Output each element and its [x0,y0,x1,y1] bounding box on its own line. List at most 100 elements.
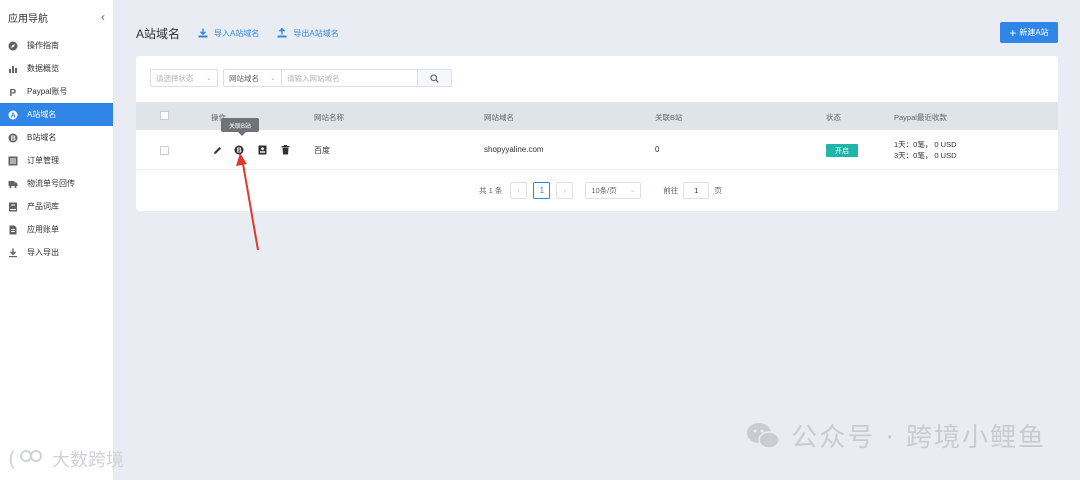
cell-linked-b: 0 [655,145,660,154]
svg-text:(: ( [8,447,16,471]
sidebar-header: 应用导航 ‹ [0,0,113,34]
watermark-left: ( 大数跨境 [8,446,124,472]
svg-text:A: A [11,112,16,119]
select-all-checkbox[interactable] [160,111,169,120]
status-badge[interactable]: 开启 [826,144,858,157]
page-size-value: 10条/页 [591,185,617,195]
download-icon [198,28,208,38]
sidebar-item-label: 数据概览 [27,64,59,73]
search-placeholder: 请输入网站域名 [287,73,340,83]
sidebar-title: 应用导航 [8,13,48,25]
sidebar: 应用导航 ‹ 操作指南 数据概览 P Paypal账号 A A站域名 B B站域… [0,0,114,480]
svg-text:B: B [237,148,242,155]
field-select-value: 网站域名 [229,73,259,83]
paypal-line-1: 1天：0笔， 0 USD [894,140,957,149]
watermark-right: 公众号 · 跨境小鲤鱼 [745,417,1046,454]
new-site-label: 新建A站 [1019,28,1049,37]
table-header: 操作 网站名称 网站域名 关联B站 状态 Paypal最近收款 [136,102,1058,130]
search-button[interactable] [418,69,452,87]
download-icon [8,248,18,258]
link-b-site-icon[interactable]: B [234,145,244,155]
sidebar-item-bills[interactable]: 应用账单 [0,218,113,241]
next-page-button[interactable]: › [556,181,574,199]
edit-icon[interactable] [212,145,222,155]
trash-icon[interactable] [280,145,290,155]
sidebar-item-label: 物流单号回传 [27,179,75,188]
column-header-status: 状态 [826,113,841,122]
page-number-current[interactable]: 1 [533,181,551,199]
table-card: 请选择状态 ⌄ 网站域名 ⌄ 请输入网站域名 操作 网站名称 网站域名 关联B站… [136,56,1058,211]
table-row: B 百度 shopyyaline.com 0 开启 1天：0笔， 0 USD 3… [136,130,1058,170]
chevron-down-icon: ⌄ [206,75,212,82]
truck-icon [8,179,18,189]
watermark-right-text: 公众号 · 跨境小鲤鱼 [791,423,1046,453]
a-circle-icon: A [8,110,18,120]
search-icon [430,73,439,83]
cell-domain: shopyyaline.com [484,145,544,154]
book-icon [8,202,18,212]
pagination: 共 1 条 ‹ 1 › 10条/页 ⌄ 前往 1 页 [479,181,722,199]
chevron-down-icon: ⌄ [270,75,276,82]
status-select[interactable]: 请选择状态 ⌄ [150,69,218,87]
status-select-placeholder: 请选择状态 [156,73,194,83]
sidebar-item-label: 产品词库 [27,202,59,211]
sidebar-item-label: Paypal账号 [27,87,68,96]
column-header-site-name: 网站名称 [314,113,344,122]
sidebar-item-b-domain[interactable]: B B站域名 [0,126,113,149]
sidebar-item-a-domain[interactable]: A A站域名 [0,103,113,126]
plus-icon: + [1009,25,1017,40]
row-checkbox[interactable] [160,146,169,155]
filter-bar: 请选择状态 ⌄ 网站域名 ⌄ 请输入网站域名 [150,69,452,87]
sidebar-item-orders[interactable]: 订单管理 [0,149,113,172]
main-content: A站域名 导入A站域名 导出A站域名 + 新建A站 请选择状态 ⌄ 网站域名 ⌄… [114,0,1080,480]
bar-chart-icon [8,64,18,74]
tooltip: 关联B站 [221,118,259,136]
page-title: A站域名 [136,26,181,41]
toolbar: A站域名 导入A站域名 导出A站域名 + 新建A站 [136,22,1058,44]
compass-icon [8,41,18,51]
sidebar-item-guide[interactable]: 操作指南 [0,34,113,57]
paypal-recent: 1天：0笔， 0 USD 3天：0笔， 0 USD [894,139,957,161]
import-link[interactable]: 导入A站域名 [198,28,259,39]
sidebar-item-paypal[interactable]: P Paypal账号 [0,80,113,103]
goto-label: 前往 [663,185,679,195]
pagination-total: 共 1 条 [479,185,503,195]
sidebar-item-label: 应用账单 [27,225,59,234]
sidebar-item-label: B站域名 [27,133,57,142]
cell-site-name: 百度 [314,146,330,155]
column-header-linked-b: 关联B站 [655,113,683,122]
column-header-domain: 网站域名 [484,113,514,122]
watermark-left-text: 大数跨境 [52,450,124,471]
export-label: 导出A站域名 [293,28,339,38]
paypal-line-2: 3天：0笔， 0 USD [894,151,957,160]
watermark-logo-icon: ( [8,447,42,471]
upload-icon [277,28,287,38]
wechat-icon [747,422,780,449]
sidebar-item-overview[interactable]: 数据概览 [0,57,113,80]
import-label: 导入A站域名 [214,28,260,38]
field-select[interactable]: 网站域名 ⌄ [223,69,282,87]
sidebar-item-label: A站域名 [27,110,57,119]
page-size-select[interactable]: 10条/页 ⌄ [585,181,642,199]
collapse-icon[interactable]: ‹ [101,11,105,23]
sidebar-item-label: 订单管理 [27,156,59,165]
search-input[interactable]: 请输入网站域名 [282,69,418,87]
sidebar-item-logistics[interactable]: 物流单号回传 [0,172,113,195]
prev-page-button[interactable]: ‹ [510,181,528,199]
svg-text:P: P [10,88,17,97]
svg-text:B: B [11,135,16,142]
contact-card-icon[interactable] [257,145,267,155]
b-circle-icon: B [8,133,18,143]
document-icon [8,225,18,235]
sidebar-item-label: 操作指南 [27,41,59,50]
new-site-button[interactable]: + 新建A站 [1000,22,1058,43]
list-icon [8,156,18,166]
sidebar-item-label: 导入导出 [27,248,59,257]
column-header-paypal: Paypal最近收款 [894,113,947,122]
page-suffix: 页 [714,185,722,195]
goto-page-input[interactable]: 1 [683,181,710,199]
export-link[interactable]: 导出A站域名 [277,28,339,39]
sidebar-item-import-export[interactable]: 导入导出 [0,241,113,264]
paypal-icon: P [8,87,18,97]
sidebar-item-lexicon[interactable]: 产品词库 [0,195,113,218]
